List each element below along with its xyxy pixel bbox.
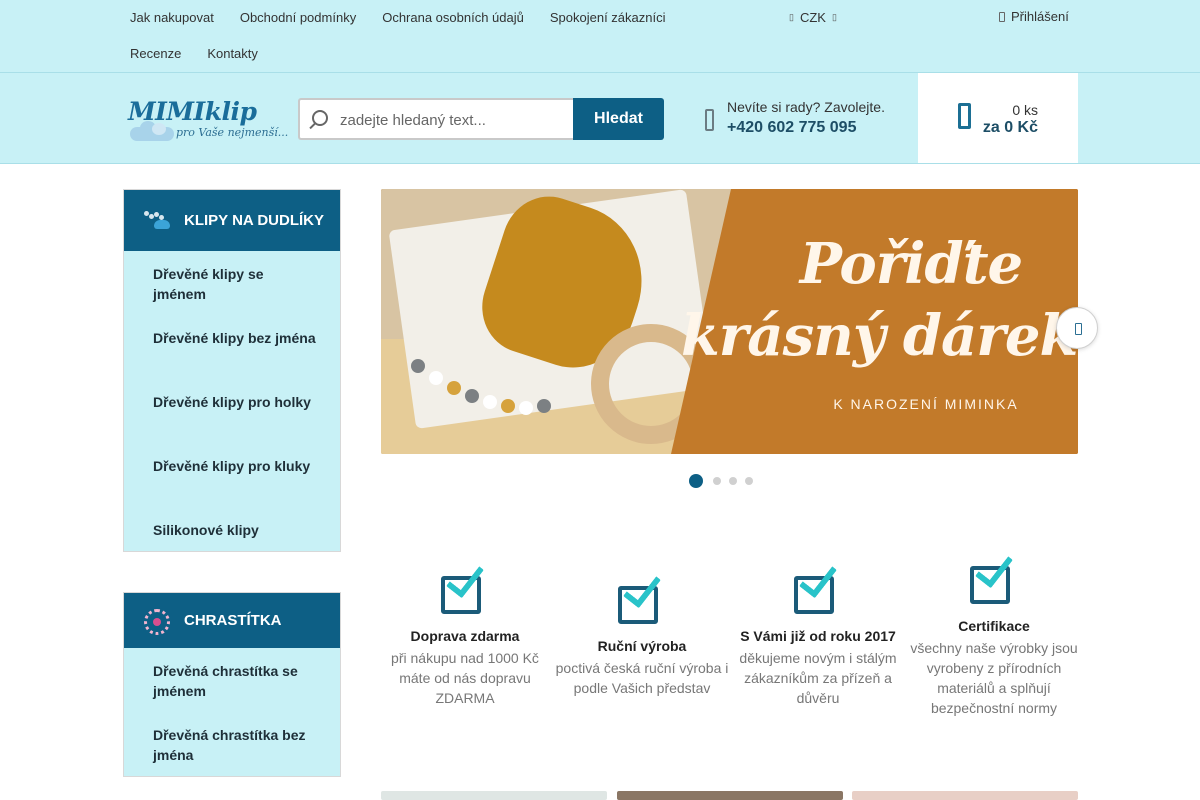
benefit-title: Ruční výroba [597, 638, 687, 654]
checkmark-icon [970, 547, 1018, 604]
category-menu-chrastitka: CHRASTÍTKA Dřevěná chrastítka se jménem … [123, 592, 341, 777]
pacifier-clip-icon [142, 207, 174, 235]
product-thumbnail[interactable] [381, 791, 607, 800]
banner-photo [381, 189, 731, 454]
search-button[interactable]: Hledat [573, 98, 664, 140]
benefit-text: při nákupu nad 1000 Kč máte od nás dopra… [391, 650, 539, 706]
search-icon [312, 110, 328, 126]
rattle-icon [142, 607, 174, 635]
carousel-dot-3[interactable] [729, 477, 737, 485]
nav-link-spokojeni-zakaznici[interactable]: Spokojení zákazníci [550, 10, 666, 25]
category-menu-klipy: KLIPY NA DUDLÍKY Dřevěné klipy se jménem… [123, 189, 341, 552]
category-item[interactable]: Dřevěné klipy se jménem [124, 264, 340, 315]
product-thumbnail[interactable] [617, 791, 843, 800]
banner-subtitle: K NAROZENÍ MIMINKA [833, 396, 1019, 412]
carousel-next-button[interactable] [1056, 307, 1098, 349]
benefit-text: poctivá česká ruční výroba i podle Vašic… [555, 660, 729, 696]
carousel-dot-1[interactable] [689, 474, 703, 488]
benefit-rucni-vyroba: Ruční výroba poctivá česká ruční výroba … [554, 567, 730, 698]
nav-link-obchodni-podminky[interactable]: Obchodní podmínky [240, 10, 356, 25]
search-input[interactable] [340, 109, 565, 131]
login-link[interactable]: Přihlášení [999, 9, 1069, 24]
shopping-bag-icon [958, 103, 971, 129]
benefit-text: všechny naše výrobky jsou vyrobeny z pří… [910, 640, 1078, 716]
checkmark-icon [441, 557, 489, 614]
category-header-chrastitka[interactable]: CHRASTÍTKA [124, 593, 340, 648]
benefit-doprava: Doprava zdarma při nákupu nad 1000 Kč má… [377, 557, 553, 708]
carousel-dots [689, 474, 753, 488]
top-navigation: Jak nakupovat Obchodní podmínky Ochrana … [130, 0, 770, 72]
benefit-title: Certifikace [958, 618, 1030, 634]
search-box [298, 98, 573, 140]
logo-tagline: pro Vaše nejmenší... [176, 126, 289, 139]
carousel-dot-2[interactable] [713, 477, 721, 485]
nav-link-recenze[interactable]: Recenze [130, 46, 181, 61]
banner-headline-2: krásný dárek [681, 303, 1078, 369]
category-item[interactable]: Dřevěné klipy pro kluky [124, 456, 340, 507]
currency-label: CZK [799, 10, 826, 25]
currency-icon: ▯ [789, 12, 794, 22]
cart-widget[interactable]: 0 ks za 0 Kč [918, 73, 1078, 163]
benefit-title: Doprava zdarma [410, 628, 520, 644]
banner-headline-1: Pořiďte [799, 231, 1023, 297]
checkmark-icon [618, 567, 666, 624]
site-header: MIMIklip pro Vaše nejmenší... Hledat Nev… [0, 72, 1200, 164]
category-header-klipy[interactable]: KLIPY NA DUDLÍKY [124, 190, 340, 251]
carousel-dot-4[interactable] [745, 477, 753, 485]
benefit-certifikace: Certifikace všechny naše výrobky jsou vy… [906, 547, 1082, 718]
hero-banner[interactable]: Pořiďte krásný dárek K NAROZENÍ MIMINKA [381, 189, 1078, 454]
currency-selector[interactable]: ▯ CZK ▯ [789, 10, 837, 25]
search-form: Hledat [298, 98, 664, 140]
contact-phone[interactable]: +420 602 775 095 [727, 119, 856, 137]
cart-total: za 0 Kč [982, 119, 1038, 136]
cart-count: 0 ks [1012, 102, 1038, 118]
category-item[interactable]: Silikonové klipy [124, 520, 340, 571]
logo-cloud-icon [130, 121, 174, 141]
nav-link-ochrana-udaju[interactable]: Ochrana osobních údajů [382, 10, 524, 25]
phone-icon [705, 109, 714, 131]
category-item[interactable]: Dřevěné klipy pro holky [124, 392, 340, 443]
top-bar: Jak nakupovat Obchodní podmínky Ochrana … [0, 0, 1200, 72]
nav-link-jak-nakupovat[interactable]: Jak nakupovat [130, 10, 214, 25]
category-title: CHRASTÍTKA [184, 612, 282, 629]
category-item[interactable]: Dřevěná chrastítka bez jména [124, 725, 340, 776]
benefit-text: děkujeme novým i stálým zákazníkům za př… [739, 650, 897, 706]
product-thumbnail[interactable] [852, 791, 1078, 800]
category-item[interactable]: Dřevěné klipy bez jména [124, 328, 340, 379]
chevron-down-icon: ▯ [831, 12, 837, 22]
category-title: KLIPY NA DUDLÍKY [184, 212, 325, 229]
benefit-od-roku: S Vámi již od roku 2017 děkujeme novým i… [730, 557, 906, 708]
category-item[interactable]: Dřevěná chrastítka se jménem [124, 661, 340, 712]
user-icon [999, 11, 1005, 22]
login-label: Přihlášení [1011, 9, 1069, 24]
checkmark-icon [794, 557, 842, 614]
site-logo[interactable]: MIMIklip pro Vaše nejmenší... [128, 97, 288, 145]
nav-link-kontakty[interactable]: Kontakty [207, 46, 258, 61]
contact-question: Nevíte si rady? Zavolejte. [727, 99, 885, 115]
benefit-title: S Vámi již od roku 2017 [740, 628, 896, 644]
